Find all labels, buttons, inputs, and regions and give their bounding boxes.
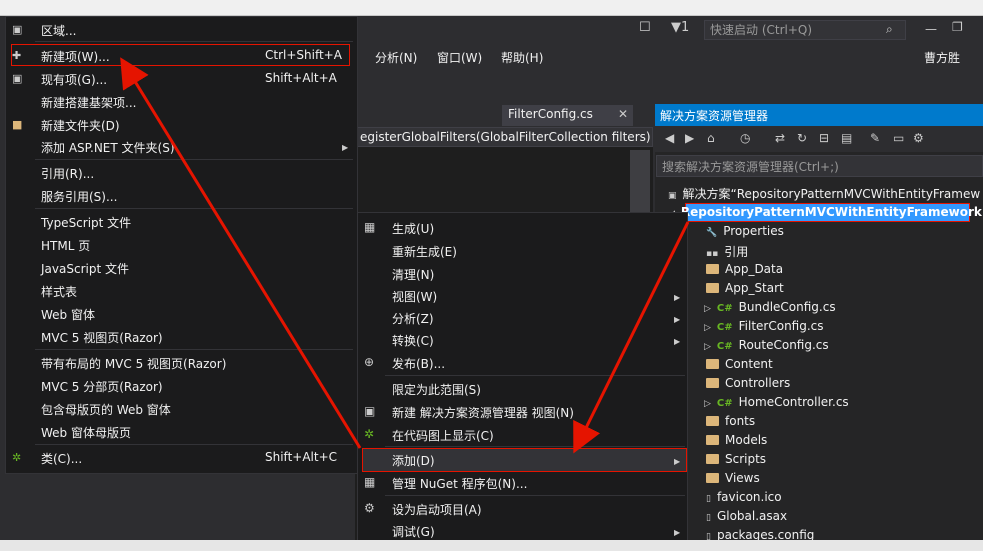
annotation-arrows xyxy=(120,57,690,454)
arrow-to-new-item xyxy=(120,57,362,449)
arrow-to-add xyxy=(573,221,690,454)
